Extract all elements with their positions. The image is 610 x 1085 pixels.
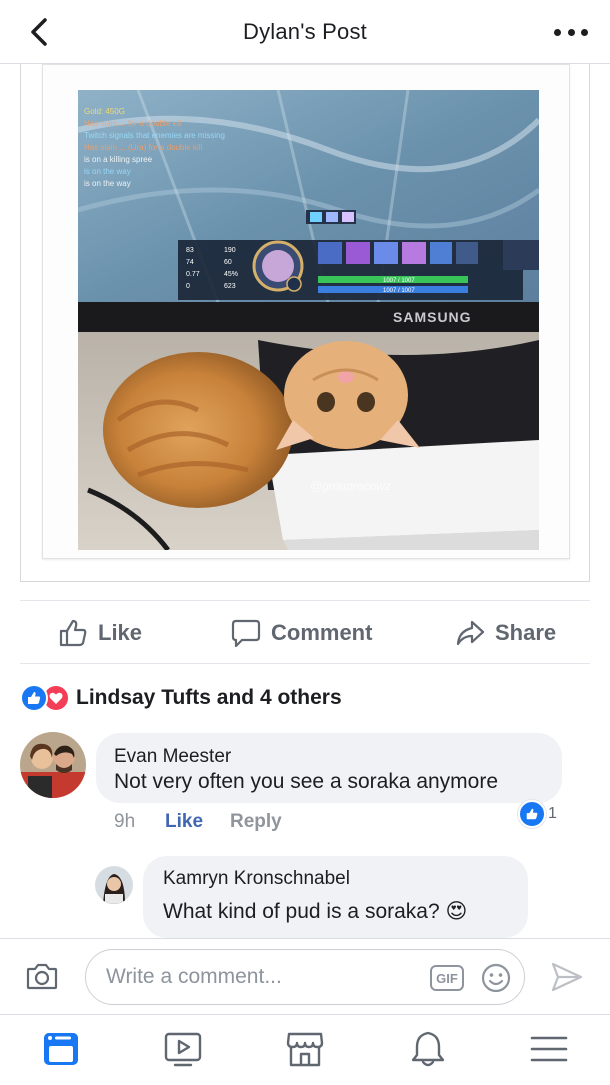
svg-text:Has slain ... (Ura) for a doub: Has slain ... (Ura) for a double kill (84, 143, 202, 152)
comment-button[interactable]: Comment (231, 601, 372, 665)
avatar[interactable] (95, 866, 133, 904)
post-header: Dylan's Post (0, 0, 610, 64)
kamryn-kronschnabel-avatar-photo (95, 866, 133, 904)
svg-text:623: 623 (224, 283, 236, 290)
svg-text:SAMSUNG: SAMSUNG (393, 309, 472, 325)
svg-text:0.77: 0.77 (186, 271, 200, 278)
comment-text: Not very often you see a soraka anymore (114, 770, 499, 793)
like-button-label: Like (98, 620, 143, 645)
svg-text:is on a killing spree: is on a killing spree (84, 155, 153, 164)
share-arrow-icon (456, 620, 485, 646)
svg-text:1007 / 1007: 1007 / 1007 (383, 288, 415, 294)
svg-text:@grouprecowz: @grouprecowz (310, 479, 391, 493)
avatar[interactable] (20, 732, 86, 798)
post-photo[interactable]: Gold: 450G Has slain ... for a double ki… (78, 90, 539, 550)
reactions-summary[interactable]: Lindsay Tufts and 4 others (20, 683, 342, 713)
comment-timestamp: 9h (114, 811, 136, 832)
comment-author[interactable]: Kamryn Kronschnabel (163, 868, 350, 890)
svg-text:45%: 45% (224, 271, 238, 278)
send-arrow-icon (551, 962, 583, 992)
svg-text:83: 83 (186, 247, 194, 254)
svg-text:74: 74 (186, 259, 194, 266)
smiley-icon (481, 963, 511, 993)
emoji-button[interactable] (480, 962, 512, 999)
news-feed-icon (44, 1033, 78, 1065)
svg-text:is on the way: is on the way (84, 167, 131, 176)
tab-menu[interactable] (529, 1029, 569, 1074)
send-button[interactable] (550, 961, 584, 998)
like-button[interactable]: Like (58, 601, 142, 665)
bottom-tab-bar (0, 1014, 610, 1085)
svg-text:Has slain ... for a double kil: Has slain ... for a double kill (84, 119, 182, 128)
like-reaction-icon (20, 684, 48, 712)
svg-text:Twitch signals that enemies ar: Twitch signals that enemies are missing (84, 131, 225, 140)
comment-text: What kind of pud is a soraka? 😍 (163, 900, 468, 923)
watch-icon (164, 1032, 202, 1067)
camera-button[interactable] (26, 961, 58, 996)
reactions-summary-text: Lindsay Tufts and 4 others (76, 686, 342, 709)
svg-text:0: 0 (186, 283, 190, 290)
evan-meester-avatar-photo (20, 732, 86, 798)
svg-text:Gold: 450G: Gold: 450G (84, 107, 125, 116)
tab-news-feed[interactable] (41, 1029, 81, 1074)
cat-under-monitor-image: Gold: 450G Has slain ... for a double ki… (78, 90, 539, 550)
heart-eyes-emoji-icon: 😍 (445, 900, 468, 923)
comment-icon (231, 619, 261, 648)
page-title: Dylan's Post (243, 19, 367, 44)
share-button[interactable]: Share (455, 601, 556, 665)
tab-marketplace[interactable] (285, 1029, 325, 1074)
more-options-button[interactable] (554, 22, 588, 42)
thumbs-up-icon (59, 619, 87, 647)
comment-button-label: Comment (271, 620, 373, 645)
comment-like-count[interactable]: 1 (518, 800, 557, 828)
svg-text:60: 60 (224, 259, 232, 266)
tab-notifications[interactable] (408, 1029, 448, 1074)
camera-icon (26, 963, 58, 990)
comment-like-link[interactable]: Like (165, 811, 203, 833)
notifications-icon (411, 1031, 445, 1067)
svg-text:is on the way: is on the way (84, 179, 131, 188)
comment-like-count-number: 1 (548, 805, 557, 822)
svg-text:190: 190 (224, 247, 236, 254)
share-button-label: Share (495, 620, 557, 645)
gif-button[interactable]: GIF (430, 965, 464, 991)
marketplace-icon (286, 1032, 324, 1067)
comment-composer: GIF (0, 938, 610, 1014)
tab-watch[interactable] (163, 1029, 203, 1074)
like-reaction-icon (518, 800, 546, 828)
more-horizontal-icon (554, 28, 561, 36)
comment-reply-link[interactable]: Reply (230, 811, 282, 833)
comment-author[interactable]: Evan Meester (114, 746, 231, 768)
svg-text:1007 / 1007: 1007 / 1007 (383, 278, 415, 284)
post-actions-bar: Like Comment Share (20, 600, 590, 664)
menu-icon (530, 1036, 568, 1062)
